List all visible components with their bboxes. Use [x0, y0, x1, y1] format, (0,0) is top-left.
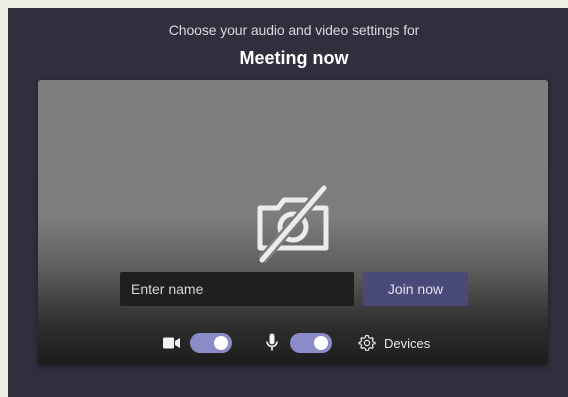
video-camera-icon [163, 337, 180, 349]
video-preview: Join now Devices [38, 80, 548, 365]
camera-off-icon [257, 184, 329, 264]
video-toggle-knob [214, 336, 228, 350]
gear-icon [358, 334, 376, 351]
prejoin-screen: Choose your audio and video settings for… [8, 8, 568, 397]
join-now-button[interactable]: Join now [363, 272, 468, 306]
devices-button[interactable]: Devices [358, 330, 430, 356]
device-controls: Devices [38, 330, 548, 356]
microphone-icon [266, 333, 278, 351]
settings-subtitle: Choose your audio and video settings for [168, 22, 420, 38]
name-input[interactable] [120, 272, 354, 306]
video-toggle[interactable] [190, 333, 232, 353]
audio-toggle-knob [314, 336, 328, 350]
devices-label: Devices [384, 335, 431, 351]
audio-toggle[interactable] [290, 333, 332, 353]
meeting-title: Meeting now [239, 48, 349, 68]
